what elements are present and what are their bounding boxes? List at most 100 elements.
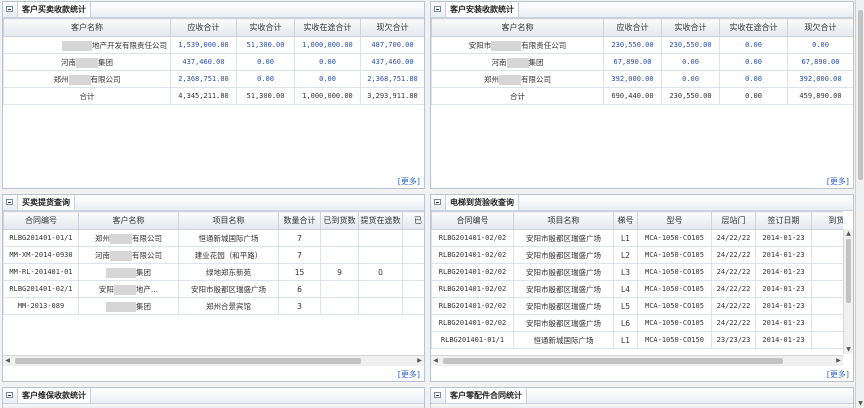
collapse-icon[interactable] bbox=[6, 199, 13, 205]
pickup-query-header: 买卖提货查询 bbox=[3, 195, 424, 211]
install-stats-table: 客户名称 应收合计 实收合计 实收在途合计 现欠合计 安阳市 有限责任公司 230… bbox=[431, 18, 853, 105]
col-header[interactable]: 梯号 bbox=[613, 211, 638, 230]
redacted-block bbox=[499, 74, 521, 85]
scroll-down-icon[interactable]: ▼ bbox=[856, 399, 864, 408]
table-row[interactable]: RLBG201401-01/1 恒通新城国际广场 L1 MCA-1050-CO1… bbox=[431, 331, 843, 349]
more-link[interactable]: [更多] bbox=[398, 176, 420, 187]
table-row[interactable]: 地产开发有限责任公司 1,539,000.00 51,300.00 1,000,… bbox=[3, 36, 424, 54]
col-header[interactable]: 实收在途合计 bbox=[294, 18, 361, 37]
col-header[interactable]: 型号 bbox=[637, 211, 712, 230]
redacted-block bbox=[62, 40, 92, 51]
page-vertical-scrollbar[interactable]: ▼ bbox=[855, 0, 864, 408]
col-header[interactable]: 现欠合计 bbox=[360, 18, 424, 37]
total-row: 合计 4,345,211.80 51,300.00 1,000,000.00 3… bbox=[3, 87, 424, 105]
redacted-block bbox=[506, 57, 529, 68]
table-row[interactable]: RLBG201401-02/02 安阳市殷都区瑞盛广场 L3 MCA-1050-… bbox=[431, 263, 843, 281]
redacted-block bbox=[491, 40, 522, 51]
table-header-strip bbox=[3, 404, 424, 408]
scroll-right-icon[interactable]: ▶ bbox=[415, 356, 424, 366]
redacted-block bbox=[106, 267, 136, 278]
sales-stats-panel: 客户买卖收款统计 客户名称 应收合计 实收合计 实收在途合计 现欠合计 地产开发… bbox=[2, 1, 425, 189]
col-header[interactable]: 应收合计 bbox=[603, 18, 662, 37]
collapse-icon[interactable] bbox=[6, 6, 13, 12]
parts-stats-title: 客户零配件合同统计 bbox=[445, 388, 527, 403]
install-stats-panel: 客户安装收款统计 客户名称 应收合计 实收合计 实收在途合计 现欠合计 安阳市有… bbox=[430, 1, 854, 189]
scroll-left-icon[interactable]: ◀ bbox=[431, 356, 440, 366]
col-header[interactable]: 项目名称 bbox=[178, 211, 279, 230]
col-header[interactable]: 层站门 bbox=[711, 211, 756, 230]
total-row: 合计 690,440.00 230,550.00 0.00 459,890.00 bbox=[431, 87, 853, 105]
col-header[interactable]: 客户名称 bbox=[431, 18, 604, 37]
collapse-icon[interactable] bbox=[434, 199, 441, 205]
scroll-down-icon[interactable]: ▼ bbox=[844, 345, 853, 354]
scroll-thumb[interactable] bbox=[858, 10, 863, 180]
vertical-scrollbar[interactable]: ▲ ▼ bbox=[843, 229, 853, 354]
pickup-query-title: 买卖提货查询 bbox=[17, 195, 75, 210]
col-header[interactable]: 已到货数 bbox=[320, 211, 359, 230]
pickup-query-panel: 买卖提货查询 合同编号 客户名称 项目名称 数量合计 已到货数 提货在途数 已 … bbox=[2, 194, 425, 382]
col-header[interactable]: 已 bbox=[402, 211, 424, 230]
collapse-icon[interactable] bbox=[434, 6, 441, 12]
col-header[interactable]: 实收在途合计 bbox=[719, 18, 788, 37]
scroll-left-icon[interactable]: ◀ bbox=[3, 356, 12, 366]
table-header-strip bbox=[431, 404, 853, 408]
maintenance-stats-panel: 客户维保收款统计 bbox=[2, 387, 425, 408]
col-header[interactable]: 到货 bbox=[811, 211, 843, 230]
sales-stats-table: 客户名称 应收合计 实收合计 实收在途合计 现欠合计 地产开发有限责任公司 1,… bbox=[3, 18, 424, 105]
table-row[interactable]: MM-XM-2014-0930 河南 有限公司 建业花园（和平路） 7 bbox=[3, 246, 424, 264]
table-row[interactable]: 郑州 有限公司 392,000.00 0.00 0.00 392,000.00 bbox=[431, 70, 853, 88]
table-row[interactable]: 河南 集团 67,890.00 0.00 0.00 67,890.00 bbox=[431, 53, 853, 71]
more-link[interactable]: [更多] bbox=[827, 176, 849, 187]
table-row[interactable]: 安阳市 有限责任公司 230,550.00 230,550.00 0.00 0.0… bbox=[431, 36, 853, 54]
table-row[interactable]: RLBG201401-02/02 安阳市殷都区瑞盛广场 L1 MCA-1050-… bbox=[431, 229, 843, 247]
table-row[interactable]: RLBG201401-02/02 安阳市殷都区瑞盛广场 L5 MCA-1050-… bbox=[431, 297, 843, 315]
col-header[interactable]: 数量合计 bbox=[278, 211, 321, 230]
horizontal-scrollbar[interactable]: ◀ ▶ bbox=[3, 355, 424, 366]
table-row[interactable]: MM-2013-089 集团 郑州合景宾馆 3 bbox=[3, 297, 424, 315]
more-link[interactable]: [更多] bbox=[398, 369, 420, 380]
scroll-right-icon[interactable]: ▶ bbox=[834, 356, 843, 366]
col-header[interactable]: 客户名称 bbox=[3, 18, 171, 37]
table-row[interactable]: RLBG201401-02/02 安阳市殷都区瑞盛广场 L2 MCA-1050-… bbox=[431, 246, 843, 264]
table-row[interactable]: 河南 集团 437,460.00 0.00 0.00 437,460.00 bbox=[3, 53, 424, 71]
install-stats-title: 客户安装收款统计 bbox=[445, 2, 519, 17]
col-header[interactable]: 应收合计 bbox=[170, 18, 237, 37]
horizontal-scrollbar[interactable]: ◀ ▶ bbox=[431, 355, 843, 366]
elevator-query-table: 合同编号 项目名称 梯号 型号 层站门 签订日期 到货 RLBG201401-0… bbox=[431, 211, 843, 349]
table-row[interactable]: RLBG201401-02/02 安阳市殷都区瑞盛广场 L6 MCA-1050-… bbox=[431, 314, 843, 332]
elevator-query-title: 电梯到货验收查询 bbox=[445, 195, 519, 210]
col-header[interactable]: 实收合计 bbox=[661, 18, 720, 37]
scroll-thumb[interactable] bbox=[846, 239, 851, 303]
scroll-thumb[interactable] bbox=[15, 358, 361, 364]
parts-stats-header: 客户零配件合同统计 bbox=[431, 388, 853, 404]
table-row[interactable]: 郑州 有限公司 2,368,751.80 0.00 0.00 2,368,751.… bbox=[3, 70, 424, 88]
maintenance-stats-header: 客户维保收款统计 bbox=[3, 388, 424, 404]
col-header[interactable]: 合同编号 bbox=[3, 211, 79, 230]
collapse-icon[interactable] bbox=[6, 392, 13, 398]
table-row[interactable]: RLBG201401-02/1 安阳 地产... 安阳市殷都区瑞盛广场 6 bbox=[3, 280, 424, 298]
col-header[interactable]: 实收合计 bbox=[236, 18, 295, 37]
install-stats-header: 客户安装收款统计 bbox=[431, 2, 853, 18]
col-header[interactable]: 提货在途数 bbox=[358, 211, 403, 230]
col-header[interactable]: 项目名称 bbox=[513, 211, 614, 230]
col-header[interactable]: 合同编号 bbox=[431, 211, 514, 230]
redacted-block bbox=[106, 301, 136, 312]
redacted-block bbox=[76, 57, 98, 68]
table-row[interactable]: RLBG201401-01/1 郑州 有限公司 恒通新城国际广场 7 bbox=[3, 229, 424, 247]
redacted-block bbox=[110, 233, 132, 244]
more-link[interactable]: [更多] bbox=[827, 369, 849, 380]
redacted-block bbox=[113, 284, 136, 295]
col-header[interactable]: 签订日期 bbox=[755, 211, 812, 230]
redacted-block bbox=[110, 250, 132, 261]
elevator-table-viewport: 合同编号 项目名称 梯号 型号 层站门 签订日期 到货 RLBG201401-0… bbox=[431, 211, 843, 354]
table-row[interactable]: MM-RL-201401-01 集团 绿地郑东新苑 15 9 0 bbox=[3, 263, 424, 281]
col-header[interactable]: 现欠合计 bbox=[787, 18, 853, 37]
scroll-up-icon[interactable]: ▲ bbox=[844, 229, 853, 238]
collapse-icon[interactable] bbox=[434, 392, 441, 398]
scroll-thumb[interactable] bbox=[443, 358, 783, 364]
table-row[interactable]: RLBG201401-02/02 安阳市殷都区瑞盛广场 L4 MCA-1050-… bbox=[431, 280, 843, 298]
col-header[interactable]: 客户名称 bbox=[78, 211, 179, 230]
redacted-block bbox=[68, 74, 91, 85]
maintenance-stats-title: 客户维保收款统计 bbox=[17, 388, 91, 403]
sales-stats-header: 客户买卖收款统计 bbox=[3, 2, 424, 18]
